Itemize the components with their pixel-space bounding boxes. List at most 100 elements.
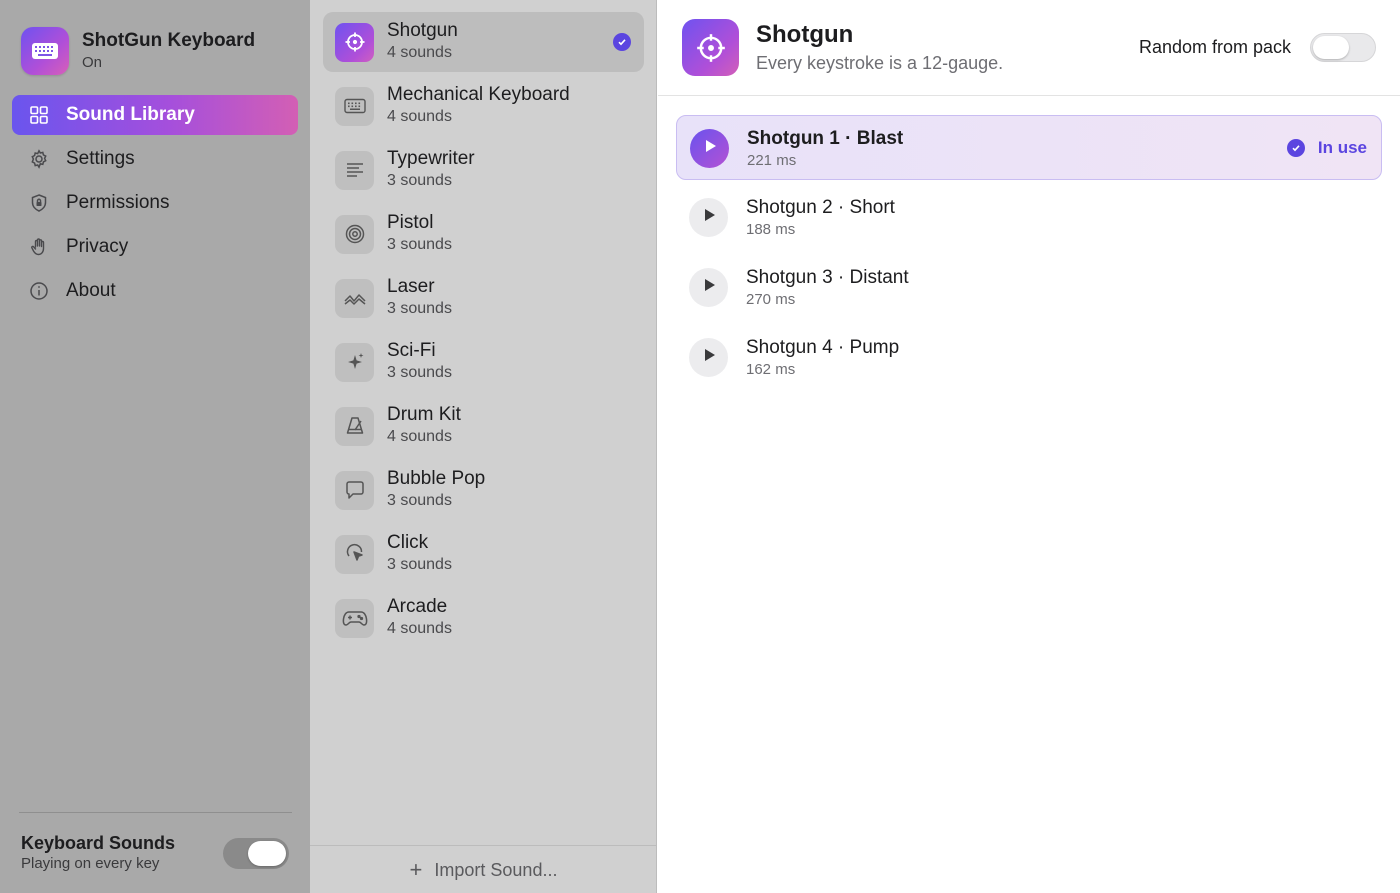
speech-bubble-icon: [335, 470, 374, 510]
toggle-knob: [1313, 36, 1349, 59]
sound-duration: 221 ms: [747, 152, 797, 169]
pack-item-drum-kit[interactable]: Drum Kit 4 sounds: [323, 396, 644, 456]
sound-name: Shotgun 4 · Pump: [746, 337, 900, 358]
app-status: On: [82, 54, 103, 71]
sound-name: Shotgun 1 · Blast: [747, 128, 904, 149]
import-sound-label: Import Sound...: [434, 859, 558, 880]
play-icon: [702, 277, 716, 298]
metronome-icon: [335, 406, 374, 446]
app-title: ShotGun Keyboard: [82, 30, 256, 51]
play-icon: [702, 207, 716, 228]
cursor-click-icon: [335, 534, 374, 574]
pack-count: 3 sounds: [387, 492, 452, 509]
pack-item-click[interactable]: Click 3 sounds: [323, 524, 644, 584]
pack-item-pistol[interactable]: Pistol 3 sounds: [323, 204, 644, 264]
play-button[interactable]: [689, 198, 728, 237]
sound-duration: 188 ms: [746, 221, 796, 238]
keyboard-sounds-block: Keyboard Sounds Playing on every key: [21, 832, 175, 874]
pack-count: 4 sounds: [387, 428, 452, 445]
pack-count: 4 sounds: [387, 620, 452, 637]
pack-item-sci-fi[interactable]: Sci-Fi 3 sounds: [323, 332, 644, 392]
play-button[interactable]: [689, 338, 728, 377]
wave-icon: [335, 278, 374, 318]
sidebar-item-settings[interactable]: Settings: [12, 139, 298, 179]
sound-row[interactable]: Shotgun 2 · Short 188 ms: [676, 185, 1382, 250]
keyboard-sounds-toggle[interactable]: [223, 838, 289, 869]
sidebar-item-label: Settings: [66, 148, 135, 169]
shield-icon: [28, 192, 50, 214]
detail-header: Shotgun Every keystroke is a 12-gauge. R…: [658, 0, 1400, 96]
pack-count: 3 sounds: [387, 556, 452, 573]
sidebar: ShotGun Keyboard On Sound Library Settin…: [0, 0, 310, 893]
pack-name: Drum Kit: [387, 404, 461, 425]
sound-row[interactable]: Shotgun 1 · Blast 221 ms In use: [676, 115, 1382, 180]
sidebar-item-sound-library[interactable]: Sound Library: [12, 95, 298, 135]
keyboard-icon: [21, 27, 69, 75]
pack-item-shotgun[interactable]: Shotgun 4 sounds: [323, 12, 644, 72]
pack-count: 3 sounds: [387, 236, 452, 253]
sidebar-item-label: About: [66, 280, 116, 301]
random-from-pack-label: Random from pack: [1139, 37, 1292, 57]
pack-subtitle: Every keystroke is a 12-gauge.: [756, 53, 1004, 73]
pack-count: 3 sounds: [387, 364, 452, 381]
sound-duration: 162 ms: [746, 361, 796, 378]
pack-count: 3 sounds: [387, 300, 452, 317]
pack-item-laser[interactable]: Laser 3 sounds: [323, 268, 644, 328]
pack-name: Arcade: [387, 596, 448, 617]
sidebar-item-label: Sound Library: [66, 104, 195, 125]
pack-item-mechanical-keyboard[interactable]: Mechanical Keyboard 4 sounds: [323, 76, 644, 136]
sparkles-icon: [335, 342, 374, 382]
app-header: ShotGun Keyboard On: [21, 27, 255, 75]
pack-count: 4 sounds: [387, 108, 452, 125]
pack-name: Click: [387, 532, 429, 553]
pack-name: Shotgun: [387, 20, 458, 41]
plus-icon: +: [409, 857, 423, 882]
grid-icon: [28, 104, 50, 126]
import-divider: [310, 845, 657, 846]
sound-name: Shotgun 2 · Short: [746, 197, 895, 218]
pack-list: Shotgun 4 sounds Mechanical Keyboard 4 s…: [310, 0, 657, 893]
pack-item-typewriter[interactable]: Typewriter 3 sounds: [323, 140, 644, 200]
pack-name: Bubble Pop: [387, 468, 486, 489]
target-icon: [335, 214, 374, 254]
gear-icon: [28, 148, 50, 170]
pack-detail: Shotgun Every keystroke is a 12-gauge. R…: [658, 0, 1400, 893]
sidebar-item-label: Privacy: [66, 236, 129, 257]
sidebar-item-about[interactable]: About: [12, 271, 298, 311]
play-icon: [702, 347, 716, 368]
in-use-badge: In use: [1286, 138, 1367, 158]
sidebar-item-permissions[interactable]: Permissions: [12, 183, 298, 223]
pack-name: Laser: [387, 276, 435, 297]
pack-name: Sci-Fi: [387, 340, 436, 361]
info-icon: [28, 280, 50, 302]
crosshair-icon: [335, 22, 374, 62]
sound-duration: 270 ms: [746, 291, 796, 308]
pack-name: Typewriter: [387, 148, 475, 169]
sound-row[interactable]: Shotgun 4 · Pump 162 ms: [676, 325, 1382, 390]
play-button[interactable]: [689, 268, 728, 307]
random-from-pack-toggle[interactable]: [1310, 33, 1376, 62]
toggle-knob: [248, 841, 286, 866]
hand-icon: [28, 236, 50, 258]
sound-name: Shotgun 3 · Distant: [746, 267, 909, 288]
pack-item-arcade[interactable]: Arcade 4 sounds: [323, 588, 644, 648]
text-lines-icon: [335, 150, 374, 190]
crosshair-icon: [682, 19, 739, 76]
pack-item-bubble-pop[interactable]: Bubble Pop 3 sounds: [323, 460, 644, 520]
sidebar-nav: Sound Library Settings Permissions Priva…: [12, 95, 298, 315]
sidebar-divider: [19, 812, 292, 813]
pack-count: 3 sounds: [387, 172, 452, 189]
checkmark-icon: [613, 33, 631, 51]
keyboard-sounds-title: Keyboard Sounds: [21, 833, 176, 853]
sound-row[interactable]: Shotgun 3 · Distant 270 ms: [676, 255, 1382, 320]
sidebar-item-privacy[interactable]: Privacy: [12, 227, 298, 267]
import-sound-button[interactable]: + Import Sound...: [310, 856, 657, 884]
sidebar-item-label: Permissions: [66, 192, 170, 213]
pack-title: Shotgun: [756, 21, 854, 48]
play-button[interactable]: [690, 129, 729, 168]
pack-count: 4 sounds: [387, 44, 452, 61]
keyboard-icon: [335, 86, 374, 126]
pack-name: Pistol: [387, 212, 434, 233]
gamepad-icon: [335, 598, 374, 638]
in-use-label: In use: [1317, 138, 1367, 157]
